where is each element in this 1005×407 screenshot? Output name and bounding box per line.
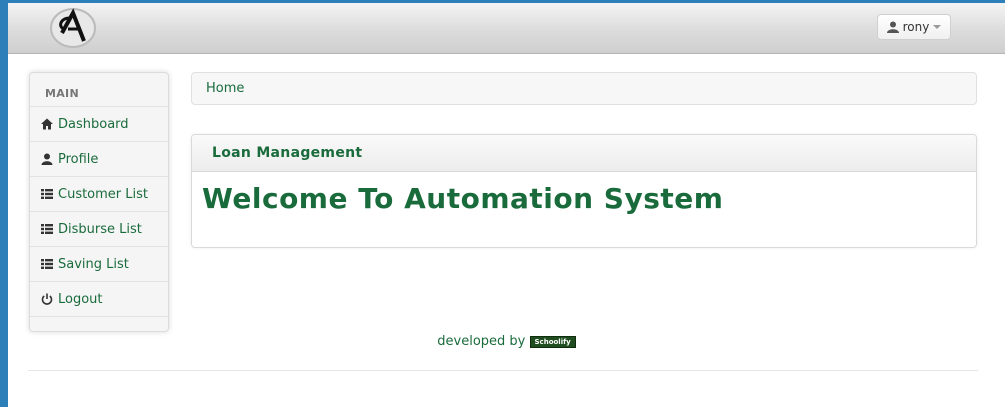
sidebar-item-profile[interactable]: Profile — [30, 141, 168, 176]
sidebar-item-customer-list[interactable]: Customer List — [30, 176, 168, 211]
sidebar-item-label: Profile — [58, 151, 99, 167]
footer: developed by Schoolify — [8, 334, 1005, 349]
user-icon — [41, 153, 53, 165]
content-panel: Loan Management Welcome To Automation Sy… — [191, 134, 977, 248]
footer-divider — [28, 370, 978, 371]
power-icon — [41, 293, 53, 305]
chevron-down-icon — [933, 25, 942, 29]
home-icon — [41, 118, 53, 130]
user-menu-button[interactable]: rony — [877, 14, 951, 40]
sidebar-item-dashboard[interactable]: Dashboard — [30, 106, 168, 141]
breadcrumb-home-link[interactable]: Home — [206, 81, 244, 96]
panel-title: Loan Management — [192, 135, 976, 172]
sidebar-item-saving-list[interactable]: Saving List — [30, 246, 168, 281]
sidebar-item-label: Dashboard — [58, 116, 129, 132]
developer-brand-badge[interactable]: Schoolify — [529, 335, 576, 348]
top-navbar: rony — [8, 3, 1005, 54]
list-icon — [41, 259, 53, 269]
app-logo[interactable] — [48, 7, 98, 49]
user-name: rony — [902, 20, 930, 34]
user-icon — [886, 21, 899, 33]
sidebar: MAIN Dashboard Profile Customer List Dis… — [29, 72, 169, 332]
list-icon — [41, 224, 53, 234]
sidebar-item-logout[interactable]: Logout — [30, 281, 168, 317]
sidebar-item-label: Customer List — [58, 186, 149, 202]
sidebar-item-label: Logout — [58, 291, 103, 307]
footer-text: developed by — [437, 334, 526, 349]
breadcrumb: Home — [191, 72, 977, 105]
list-icon — [41, 189, 53, 199]
sidebar-item-label: Disburse List — [58, 221, 142, 237]
sidebar-header: MAIN — [45, 87, 79, 100]
sidebar-item-label: Saving List — [58, 256, 129, 272]
sidebar-item-disburse-list[interactable]: Disburse List — [30, 211, 168, 246]
welcome-heading: Welcome To Automation System — [202, 182, 724, 215]
browser-window: rony MAIN Dashboard Profile Customer Lis… — [8, 3, 1005, 407]
